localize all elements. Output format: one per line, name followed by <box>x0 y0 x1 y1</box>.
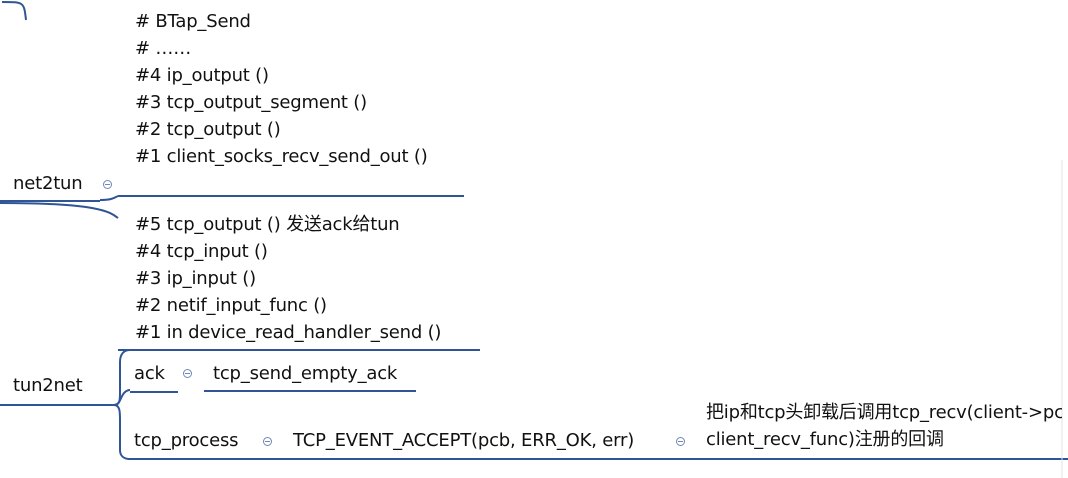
collapse-toggle-tcp-event-accept[interactable] <box>676 437 685 446</box>
collapse-toggle-tcp-process[interactable] <box>263 437 272 446</box>
connector-net2tun-to-stack <box>99 195 119 201</box>
connector-tun2net-to-ack <box>113 389 131 406</box>
callback-note-line-2: client_recv_func)注册的回调 <box>706 429 944 450</box>
collapse-toggle-ack[interactable] <box>183 369 192 378</box>
tun2net-stack-line-2: #4 tcp_input () <box>135 241 268 262</box>
net2tun-stack-line-3: #4 ip_output () <box>135 65 269 86</box>
tun2net-stack-line-3: #3 ip_input () <box>135 268 256 289</box>
connector-tun2net-top <box>0 202 119 219</box>
connector-tun2net-to-process <box>113 404 131 460</box>
topic-net2tun[interactable]: net2tun <box>13 173 83 195</box>
topic-ack[interactable]: ack <box>134 363 165 385</box>
tun2net-stack-line-4: #2 netif_input_func () <box>135 295 327 316</box>
topic-tcp-event-accept[interactable]: TCP_EVENT_ACCEPT(pcb, ERR_OK, err) <box>293 430 634 452</box>
topic-callback-note[interactable]: 把ip和tcp头卸载后调用tcp_recv(client->pcb, clien… <box>706 402 1062 456</box>
tun2net-stack-line-1: #5 tcp_output () 发送ack给tun <box>135 214 400 235</box>
net2tun-stack-line-6: #1 client_socks_recv_send_out () <box>135 146 428 167</box>
collapse-toggle-net2tun[interactable] <box>103 180 112 189</box>
net2tun-stack-line-5: #2 tcp_output () <box>135 119 281 140</box>
callback-note-line-1: 把ip和tcp头卸载后调用tcp_recv(client->pcb, <box>706 402 1062 423</box>
topic-tcp-process[interactable]: tcp_process <box>134 430 239 452</box>
net2tun-stack-line-2: # …… <box>135 38 192 59</box>
net2tun-stack-line-4: #3 tcp_output_segment () <box>135 92 367 113</box>
net2tun-callstack: # BTap_Send # …… #4 ip_output () #3 tcp_… <box>135 8 428 170</box>
tun2net-callstack: #5 tcp_output () 发送ack给tun #4 tcp_input … <box>135 211 441 346</box>
topic-tcp-send-empty-ack[interactable]: tcp_send_empty_ack <box>213 363 397 385</box>
topic-tun2net[interactable]: tun2net <box>13 375 83 397</box>
connector-net2tun-upper <box>1 1 27 21</box>
tun2net-stack-line-5: #1 in device_read_handler_send () <box>135 322 442 343</box>
net2tun-stack-line-1: # BTap_Send <box>135 11 251 32</box>
